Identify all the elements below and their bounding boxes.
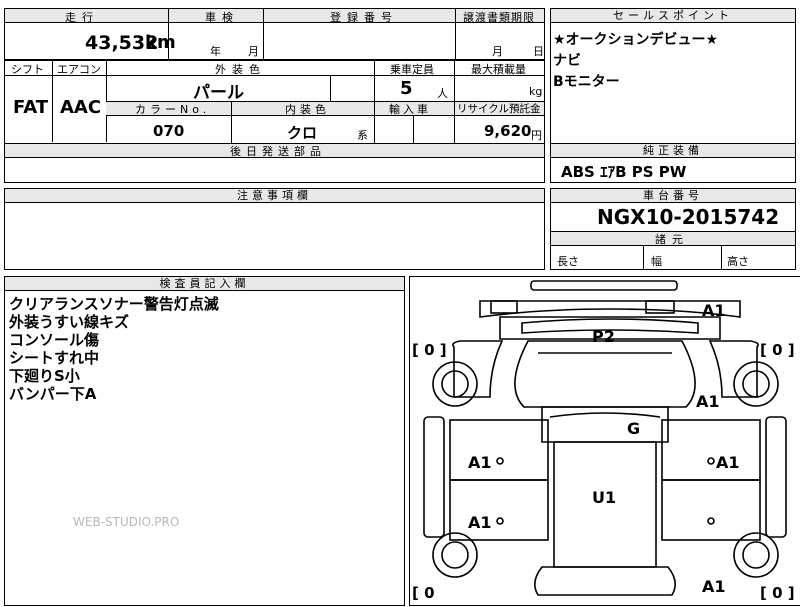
standard-equipment-value: ABS ｴｱB PS PW xyxy=(561,163,687,181)
interior-color-header: 内装色 xyxy=(285,103,330,116)
recycle-unit: 円 xyxy=(531,129,542,142)
height-label: 高さ xyxy=(727,255,749,268)
inspector-note-6: バンパー下A xyxy=(9,385,97,403)
inspector-note-3: コンソール傷 xyxy=(9,331,100,349)
mark-g: G xyxy=(627,419,641,438)
color-number-value: 070 xyxy=(153,122,185,140)
mark-a1-bottom-right: A1 xyxy=(702,577,726,596)
interior-color-value: クロ xyxy=(287,124,318,142)
bracket-upper-left: [ 0 ] xyxy=(412,341,447,359)
capacity-value: 5 xyxy=(400,78,413,99)
standard-equipment-panel: 純正装備 ABS ｴｱB PS PW xyxy=(550,143,796,183)
mileage-unit: km xyxy=(145,32,176,53)
vehicle-spec-table: シフト エアコン 外装色 乗車定員 最大積載量 FAT AAC パール 5 人 … xyxy=(4,60,545,183)
sales-point-3: Bモニター xyxy=(553,74,620,90)
mark-p2: P2 xyxy=(592,327,615,346)
inspector-note-2: 外装うすい線キズ xyxy=(9,313,130,331)
recycle-deposit-header: リサイクル預託金 xyxy=(457,103,541,115)
sales-point-2: ナビ xyxy=(553,53,581,69)
notes-header: 注意事項欄 xyxy=(5,189,544,203)
chassis-header: 車台番号 xyxy=(551,189,795,203)
inspector-note-4: シートすれ中 xyxy=(9,349,100,367)
vehicle-info-table: 走行 車検 登録番号 譲渡書類期限 43,532 km 年 月 月 日 xyxy=(4,8,545,60)
capacity-unit: 人 xyxy=(437,87,448,100)
capacity-header: 乗車定員 xyxy=(390,63,434,76)
aircon-value: AAC xyxy=(60,97,102,118)
inspector-notes-panel: 検査員記入欄 クリアランスソナー警告灯点滅 外装うすい線キズ コンソール傷 シー… xyxy=(4,276,405,606)
bracket-lower-right: [ 0 ] xyxy=(760,584,795,602)
inspector-notes-header: 検査員記入欄 xyxy=(5,277,404,291)
transfer-month-label: 月 xyxy=(492,45,503,58)
chassis-panel: 車台番号 NGX10-2015742 諸元 長さ 幅 高さ xyxy=(550,188,796,270)
inspector-note-1: クリアランスソナー警告灯点滅 xyxy=(9,295,219,313)
import-header: 輸入車 xyxy=(389,103,431,116)
chassis-number: NGX10-2015742 xyxy=(597,205,780,229)
max-load-header: 最大積載量 xyxy=(471,63,526,76)
transfer-deadline-header: 譲渡書類期限 xyxy=(463,11,535,24)
mark-a1-left-front-door: A1 xyxy=(468,453,492,472)
mileage-header: 走行 xyxy=(65,11,99,24)
exterior-color-value: パール xyxy=(193,83,244,103)
inspection-header: 車検 xyxy=(205,11,239,24)
inspection-month-label: 月 xyxy=(248,45,259,58)
watermark: WEB-STUDIO.PRO xyxy=(73,515,180,529)
later-parts-header: 後日発送部品 xyxy=(230,145,326,158)
shift-header: シフト xyxy=(11,63,44,76)
standard-equipment-header: 純正装備 xyxy=(551,144,795,158)
max-load-unit: kg xyxy=(529,85,543,98)
notes-panel: 注意事項欄 xyxy=(4,188,545,270)
bracket-upper-right: [ 0 ] xyxy=(760,341,795,359)
shift-value: FAT xyxy=(13,97,49,118)
width-label: 幅 xyxy=(651,255,662,268)
inspector-note-5: 下廻りS小 xyxy=(9,367,80,385)
mark-u1: U1 xyxy=(592,488,617,507)
transfer-day-label: 日 xyxy=(533,45,544,58)
mark-a1-top-right: A1 xyxy=(702,301,726,320)
sales-points-header: セールスポイント xyxy=(551,9,795,23)
color-number-header: カラーNo. xyxy=(135,103,211,116)
recycle-value: 9,620 xyxy=(484,122,532,140)
interior-color-unit: 系 xyxy=(357,129,368,142)
sales-point-1: ★オークションデビュー★ xyxy=(553,32,719,48)
length-label: 長さ xyxy=(557,255,579,268)
car-damage-diagram: A1 P2 A1 G A1 A1 U1 A1 A1 [ 0 ] [ 0 ] [ … xyxy=(409,276,800,606)
sales-points-panel: セールスポイント ★オークションデビュー★ ナビ Bモニター xyxy=(550,8,796,144)
aircon-header: エアコン xyxy=(57,63,101,76)
exterior-color-header: 外装色 xyxy=(215,63,266,76)
mark-a1-left-rear-door: A1 xyxy=(468,513,492,532)
mark-a1-right-front-door: A1 xyxy=(716,453,740,472)
inspection-year-label: 年 xyxy=(210,45,221,58)
bracket-lower-left: [ 0 xyxy=(412,584,435,602)
registration-header: 登録番号 xyxy=(330,11,398,24)
dimensions-header: 諸元 xyxy=(655,233,689,246)
mark-a1-right-upper: A1 xyxy=(696,392,720,411)
